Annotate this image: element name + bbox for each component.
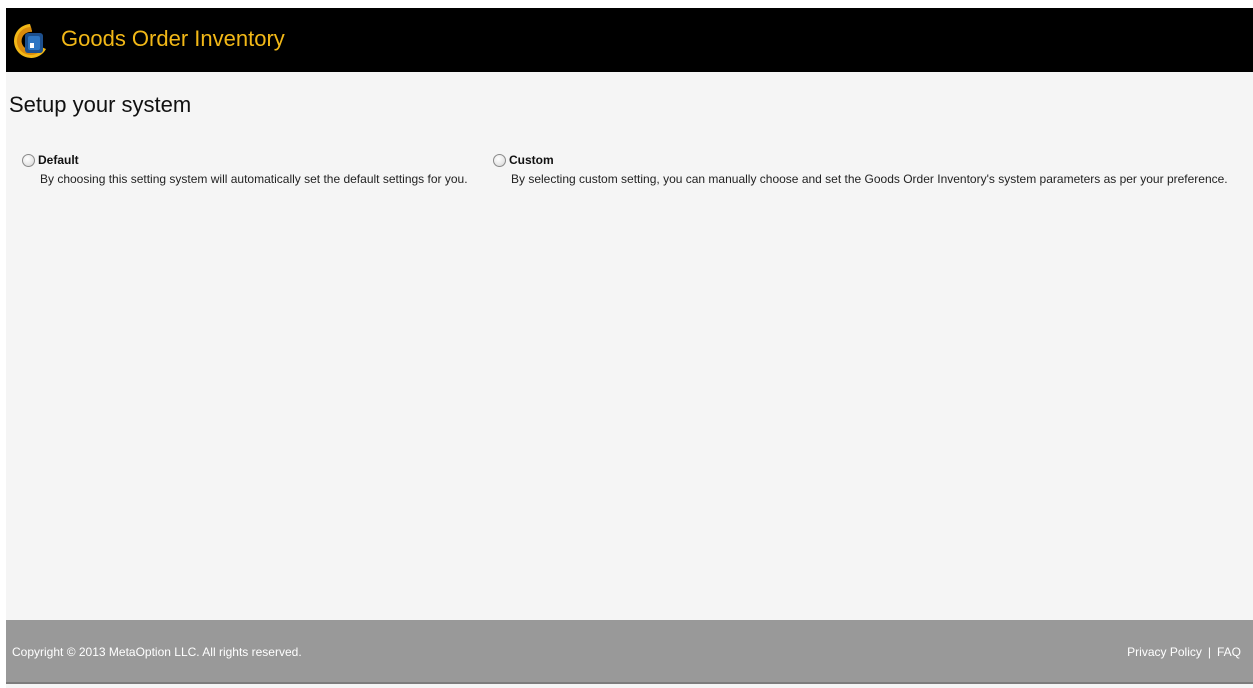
privacy-policy-link[interactable]: Privacy Policy xyxy=(1127,645,1202,659)
faq-link[interactable]: FAQ xyxy=(1217,645,1241,659)
default-label[interactable]: Default xyxy=(38,153,79,167)
page-title: Setup your system xyxy=(9,92,192,117)
option-default-head[interactable]: Default xyxy=(22,151,482,169)
app-window: Goods Order Inventory Setup your system … xyxy=(6,8,1253,688)
app-title: Goods Order Inventory xyxy=(61,26,285,51)
footer: Copyright © 2013 MetaOption LLC. All rig… xyxy=(6,620,1253,684)
custom-radio[interactable] xyxy=(493,153,506,167)
option-custom-head[interactable]: Custom xyxy=(493,151,1233,169)
custom-label[interactable]: Custom xyxy=(509,153,554,167)
custom-description: By selecting custom setting, you can man… xyxy=(511,172,1228,186)
copyright-text: Copyright © 2013 MetaOption LLC. All rig… xyxy=(12,645,302,659)
option-custom: Custom By selecting custom setting, you … xyxy=(493,151,1233,189)
option-default: Default By choosing this setting system … xyxy=(22,151,482,189)
app-header: Goods Order Inventory xyxy=(6,8,1253,72)
footer-separator: | xyxy=(1207,645,1211,659)
footer-links: Privacy Policy | FAQ xyxy=(1127,645,1241,659)
default-description: By choosing this setting system will aut… xyxy=(40,172,468,186)
goods-order-inventory-logo-icon xyxy=(14,24,46,58)
default-radio[interactable] xyxy=(22,153,35,167)
